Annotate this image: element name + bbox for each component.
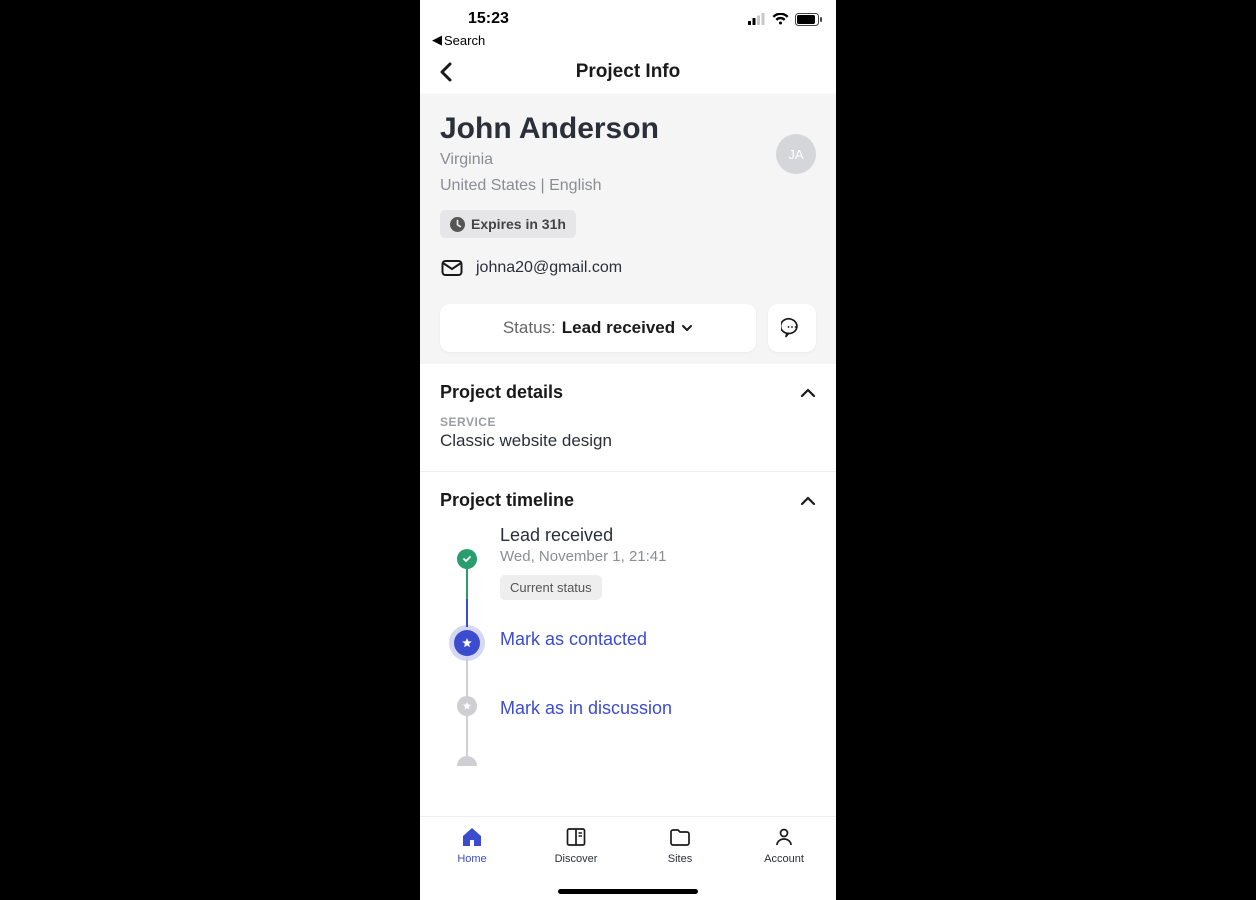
battery-icon bbox=[795, 13, 822, 26]
status-dropdown[interactable]: Status: Lead received bbox=[440, 304, 756, 352]
back-button[interactable] bbox=[430, 56, 462, 88]
timeline-marker-col bbox=[456, 523, 478, 627]
book-icon bbox=[564, 825, 588, 849]
tab-bar: Home Discover Sites Account bbox=[420, 816, 836, 900]
tab-sites-label: Sites bbox=[668, 853, 692, 865]
email-text: johna20@gmail.com bbox=[476, 259, 622, 277]
current-status-badge: Current status bbox=[500, 575, 602, 600]
timeline-item-title: Lead received bbox=[500, 525, 816, 546]
person-name: John Anderson bbox=[440, 112, 659, 145]
service-value: Classic website design bbox=[440, 431, 816, 451]
star-icon bbox=[461, 637, 473, 649]
home-icon bbox=[460, 825, 484, 849]
timeline-dot-future bbox=[457, 756, 477, 766]
tab-account[interactable]: Account bbox=[732, 817, 836, 900]
project-timeline-header[interactable]: Project timeline bbox=[420, 472, 836, 519]
timeline-item-subtitle: Wed, November 1, 21:41 bbox=[500, 548, 816, 565]
timeline-dot-future bbox=[457, 696, 477, 716]
project-details-header[interactable]: Project details bbox=[420, 364, 836, 411]
chevron-left-icon bbox=[439, 62, 453, 82]
hero-section: John Anderson Virginia United States | E… bbox=[420, 94, 836, 364]
chat-icon bbox=[781, 317, 803, 339]
folder-icon bbox=[668, 825, 692, 849]
expires-badge: Expires in 31h bbox=[440, 210, 576, 238]
signal-icon bbox=[748, 13, 766, 25]
star-icon bbox=[462, 701, 472, 711]
home-indicator[interactable] bbox=[558, 889, 698, 894]
timeline-line bbox=[466, 569, 469, 599]
timeline-marker-col bbox=[456, 627, 478, 696]
nav-bar: Project Info bbox=[420, 50, 836, 94]
timeline-content: Mark as contacted bbox=[500, 627, 816, 696]
person-icon bbox=[772, 825, 796, 849]
person-region: Virginia bbox=[440, 149, 659, 171]
timeline: Lead received Wed, November 1, 21:41 Cur… bbox=[420, 519, 836, 766]
back-triangle-icon: ◀ bbox=[432, 32, 442, 48]
timeline-line bbox=[466, 716, 469, 756]
timeline-content: Mark as in discussion bbox=[500, 696, 816, 756]
timeline-item[interactable]: Mark as in discussion bbox=[440, 696, 816, 756]
tab-discover-label: Discover bbox=[555, 853, 598, 865]
person-country-lang: United States | English bbox=[440, 175, 659, 197]
hero-top: John Anderson Virginia United States | E… bbox=[440, 112, 816, 196]
content-scroll[interactable]: John Anderson Virginia United States | E… bbox=[420, 94, 836, 816]
timeline-line bbox=[466, 656, 469, 696]
back-to-search[interactable]: ◀ Search bbox=[420, 30, 836, 50]
expires-text: Expires in 31h bbox=[471, 216, 566, 232]
timeline-marker-col bbox=[456, 696, 478, 756]
status-row: Status: Lead received bbox=[440, 304, 816, 352]
timeline-line bbox=[466, 599, 469, 627]
clock-icon bbox=[450, 217, 465, 232]
back-search-label: Search bbox=[444, 33, 485, 48]
phone-frame: 15:23 ◀ Search Project Info John Anderso… bbox=[420, 0, 836, 900]
timeline-item: Lead received Wed, November 1, 21:41 Cur… bbox=[440, 523, 816, 627]
tab-discover[interactable]: Discover bbox=[524, 817, 628, 900]
mail-icon bbox=[440, 256, 464, 280]
chevron-up-icon bbox=[800, 496, 816, 506]
timeline-content: Lead received Wed, November 1, 21:41 Cur… bbox=[500, 523, 816, 627]
page-title: Project Info bbox=[576, 61, 681, 83]
timeline-item[interactable]: Mark as contacted bbox=[440, 627, 816, 696]
status-bar: 15:23 bbox=[420, 0, 836, 30]
timeline-item-title: Mark as contacted bbox=[500, 629, 816, 650]
chevron-down-icon bbox=[681, 324, 693, 332]
person-block: John Anderson Virginia United States | E… bbox=[440, 112, 659, 196]
tab-home-label: Home bbox=[457, 853, 486, 865]
project-details-title: Project details bbox=[440, 382, 563, 403]
timeline-item-title: Mark as in discussion bbox=[500, 698, 816, 719]
avatar[interactable]: JA bbox=[776, 134, 816, 174]
status-label: Status: bbox=[503, 318, 556, 338]
timeline-item bbox=[440, 756, 816, 766]
timeline-dot-current bbox=[454, 630, 480, 656]
status-icons bbox=[748, 13, 822, 26]
chat-button[interactable] bbox=[768, 304, 816, 352]
timeline-marker-col bbox=[456, 756, 478, 766]
check-icon bbox=[462, 554, 472, 564]
wifi-icon bbox=[772, 13, 789, 25]
project-details-body: SERVICE Classic website design bbox=[420, 411, 836, 471]
tab-account-label: Account bbox=[764, 853, 804, 865]
tab-home[interactable]: Home bbox=[420, 817, 524, 900]
chevron-up-icon bbox=[800, 388, 816, 398]
email-row[interactable]: johna20@gmail.com bbox=[440, 256, 816, 280]
status-time: 15:23 bbox=[468, 10, 509, 28]
tab-sites[interactable]: Sites bbox=[628, 817, 732, 900]
status-value: Lead received bbox=[562, 318, 675, 338]
timeline-dot-done bbox=[457, 549, 477, 569]
service-label: SERVICE bbox=[440, 415, 816, 429]
project-timeline-title: Project timeline bbox=[440, 490, 574, 511]
